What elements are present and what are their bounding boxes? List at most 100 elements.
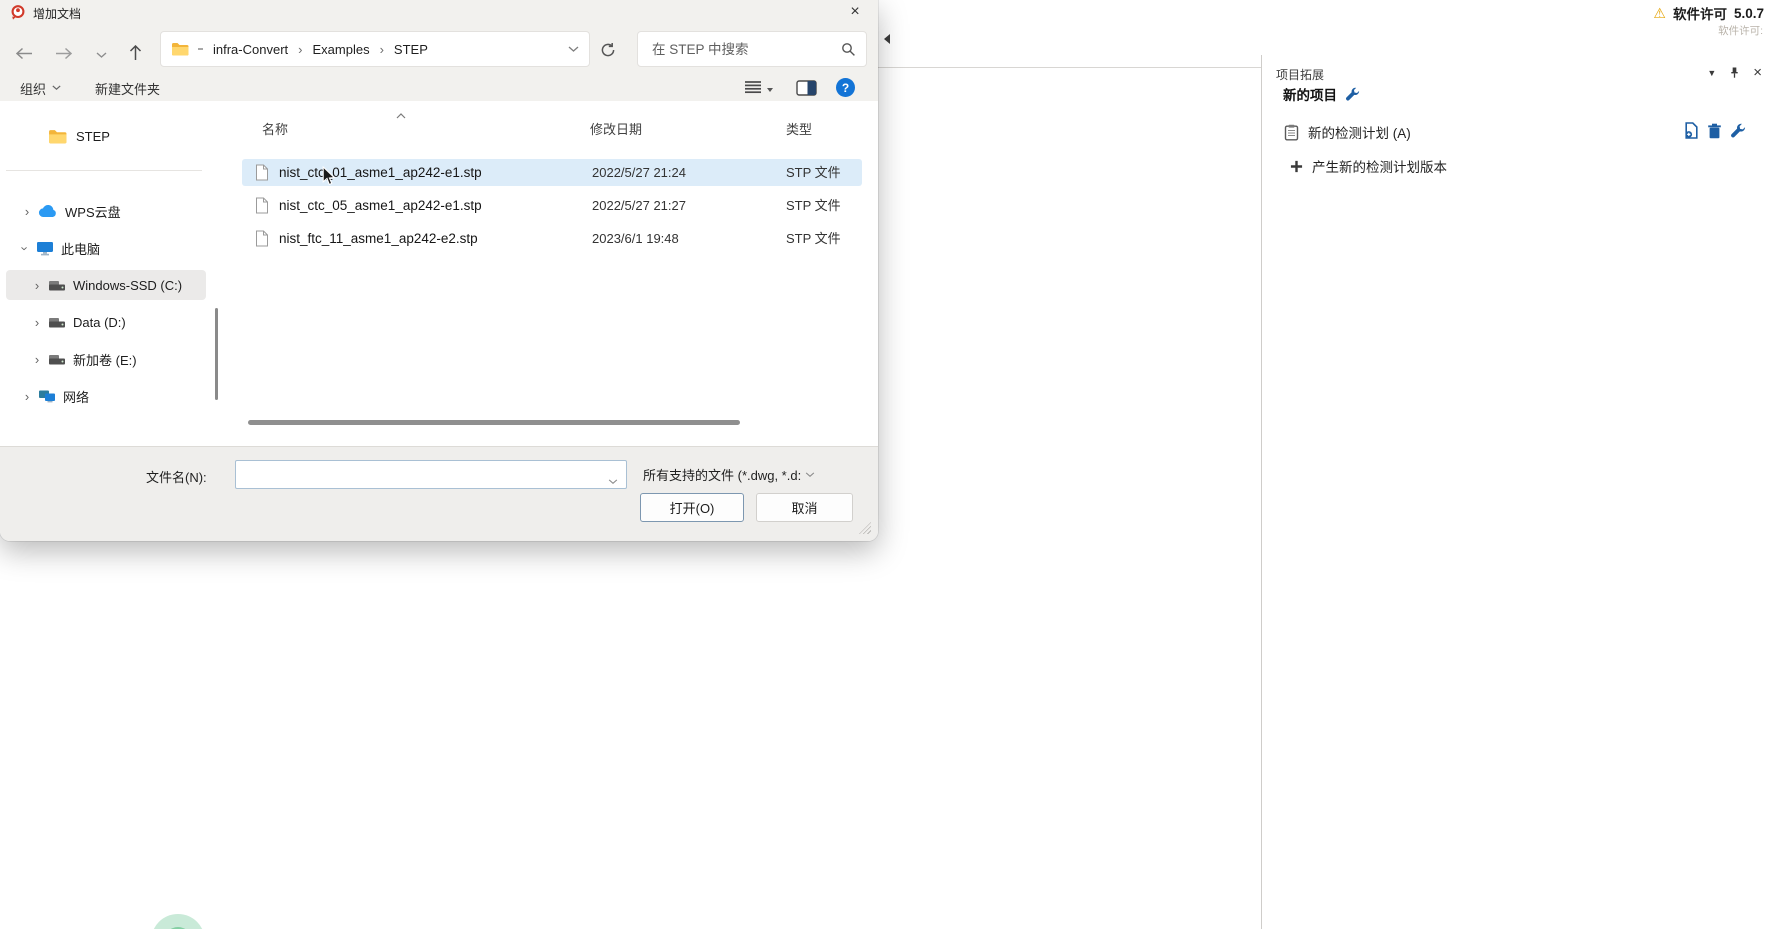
file-date: 2022/5/27 21:24 [592,159,686,186]
column-header-date[interactable]: 修改日期 [590,119,642,138]
filename-input[interactable] [236,461,626,488]
panel-header-icons: ▼ × [1707,66,1762,79]
plan-actions [1684,122,1746,139]
file-type: STP 文件 [786,225,841,252]
plus-icon [1290,160,1303,173]
preview-pane-icon [796,80,817,96]
sidebar-step-label: STEP [76,129,110,144]
help-button[interactable]: ? [836,78,855,97]
sidebar-this-pc-label: 此电脑 [61,239,100,258]
screen: ⚠ 软件许可 5.0.7 软件许可: 项目拓展 ▼ × 新的项目 新的检测计划 … [0,0,1776,929]
file-name: nist_ctc_01_asme1_ap242-e1.stp [279,159,482,186]
forward-button[interactable] [51,41,75,65]
project-settings-wrench-icon[interactable] [1345,87,1360,102]
breadcrumb-item-infra-convert[interactable]: infra-Convert [211,42,290,57]
dialog-close-icon[interactable]: × [840,1,870,23]
sidebar-item-wps-cloud[interactable]: › WPS云盘 [6,196,206,226]
chevron-right-icon[interactable]: › [20,389,34,404]
chevron-right-icon[interactable]: › [30,278,44,293]
file-date: 2023/6/1 19:48 [592,225,679,252]
version-label: 5.0.7 [1734,6,1764,21]
inspection-plan-item[interactable]: 新的检测计划 (A) [1284,122,1411,142]
warning-icon: ⚠ [1653,6,1666,20]
sidebar-item-drive-e[interactable]: › 新加卷 (E:) [6,344,206,374]
inspection-plan-label: 新的检测计划 (A) [1308,122,1411,142]
panel-title: 项目拓展 [1276,66,1324,83]
up-button[interactable] [123,41,147,65]
column-header-type[interactable]: 类型 [786,119,812,138]
new-folder-button[interactable]: 新建文件夹 [95,79,160,97]
cancel-button[interactable]: 取消 [756,493,853,522]
file-type: STP 文件 [786,159,841,186]
sidebar-network-label: 网络 [63,387,89,406]
chevron-right-icon[interactable]: › [20,204,34,219]
license-badge[interactable]: ⚠ 软件许可 5.0.7 [1653,3,1764,23]
dialog-title: 增加文档 [33,5,81,22]
drive-icon [48,316,66,329]
sidebar-wps-label: WPS云盘 [65,202,121,221]
breadcrumb-folder-icon [171,42,189,56]
breadcrumb-dash [198,48,203,50]
breadcrumb-item-examples[interactable]: Examples [310,42,371,57]
refresh-button[interactable] [596,39,620,61]
sidebar-item-drive-c[interactable]: › Windows-SSD (C:) [6,270,206,300]
new-folder-label: 新建文件夹 [95,79,160,98]
drive-icon [48,353,66,366]
chevron-right-icon[interactable]: › [30,352,44,367]
sidebar-item-drive-d[interactable]: › Data (D:) [6,307,206,337]
preview-pane-button[interactable] [796,80,817,96]
filetype-dropdown[interactable]: 所有支持的文件 (*.dwg, *.d: [637,460,856,489]
sidebar-item-this-pc[interactable]: › 此电脑 [6,233,206,263]
file-row[interactable]: nist_ctc_05_asme1_ap242-e1.stp 2022/5/27… [242,192,862,219]
sidebar-drive-e-label: 新加卷 (E:) [73,350,137,369]
filetype-value: 所有支持的文件 (*.dwg, *.d: [643,465,801,484]
sidebar-item-network[interactable]: › 网络 [6,381,206,411]
chevron-right-icon[interactable]: › [30,315,44,330]
panel-pin-icon[interactable] [1729,66,1740,79]
search-icon [841,42,856,62]
panel-close-icon[interactable]: × [1753,66,1762,79]
sidebar-drive-d-label: Data (D:) [73,315,126,330]
create-plan-version-item[interactable]: 产生新的检测计划版本 [1290,156,1447,176]
add-document-icon[interactable] [1684,122,1699,139]
sort-ascending-icon [396,106,406,124]
open-button[interactable]: 打开(O) [640,493,744,522]
file-icon [255,230,269,252]
chevron-down-icon[interactable]: › [18,241,33,255]
collapse-panel-arrow-icon[interactable] [884,34,890,44]
list-view-icon [744,80,762,94]
organize-button[interactable]: 组织 [20,79,61,97]
file-row[interactable]: nist_ftc_11_asme1_ap242-e2.stp 2023/6/1 … [242,225,862,252]
breadcrumb-item-step[interactable]: STEP [392,42,430,57]
project-row: 新的项目 [1283,84,1360,104]
mouse-cursor [322,166,336,191]
clipboard-icon [1284,124,1299,141]
sidebar-scrollbar[interactable] [215,308,218,400]
computer-icon [36,241,54,256]
back-button[interactable] [12,41,36,65]
file-name: nist_ctc_05_asme1_ap242-e1.stp [279,192,482,219]
breadcrumb: infra-Convert › Examples › STEP [160,31,590,67]
view-mode-button[interactable] [744,80,773,94]
file-date: 2022/5/27 21:27 [592,192,686,219]
search-input[interactable] [638,32,866,66]
horizontal-scrollbar[interactable] [248,420,740,425]
license-subtext: 软件许可: [1718,23,1763,38]
address-dropdown-chevron-icon[interactable] [568,46,579,53]
plan-settings-wrench-icon[interactable] [1730,123,1746,139]
breadcrumb-separator: › [372,42,392,57]
recent-locations-chevron-icon[interactable] [89,43,113,67]
sidebar-item-step[interactable]: STEP [48,123,110,149]
resize-grip[interactable] [859,522,871,534]
view-mode-chevron-icon [767,88,773,92]
panel-collapse-icon[interactable]: ▼ [1707,67,1716,79]
network-icon [38,389,56,403]
delete-trash-icon[interactable] [1707,123,1722,139]
project-name: 新的项目 [1283,84,1337,104]
app-logo-icon [10,4,26,20]
column-header-name[interactable]: 名称 [262,119,288,138]
file-icon [255,197,269,219]
cloud-icon [38,204,58,218]
organize-label: 组织 [20,79,46,98]
filename-chevron-icon[interactable] [608,472,618,490]
